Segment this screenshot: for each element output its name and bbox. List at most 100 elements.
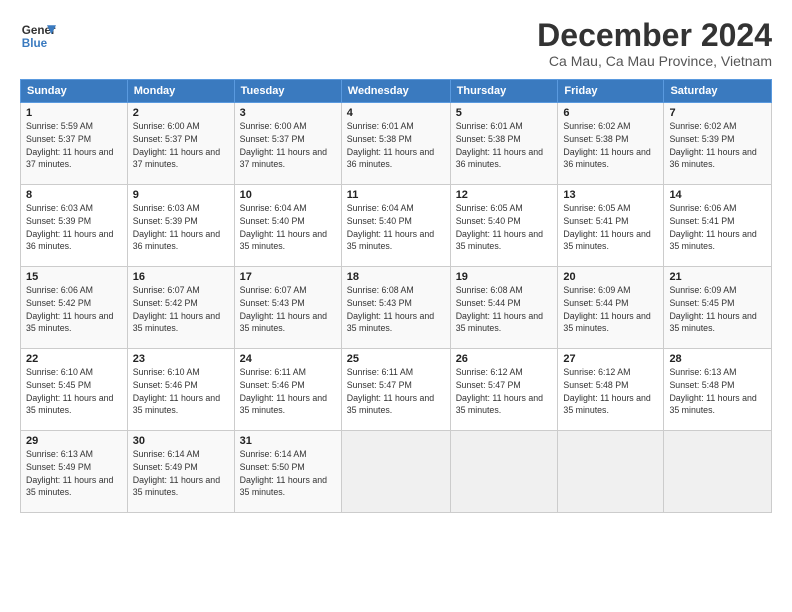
day-number: 9 xyxy=(133,189,229,201)
calendar-cell: 28 Sunrise: 6:13 AMSunset: 5:48 PMDaylig… xyxy=(664,349,772,431)
day-number: 22 xyxy=(26,353,122,365)
day-info: Sunrise: 6:01 AMSunset: 5:38 PMDaylight:… xyxy=(456,121,543,169)
day-info: Sunrise: 6:13 AMSunset: 5:48 PMDaylight:… xyxy=(669,367,756,415)
day-info: Sunrise: 6:11 AMSunset: 5:47 PMDaylight:… xyxy=(347,367,434,415)
calendar-day-header: Saturday xyxy=(664,80,772,103)
subtitle: Ca Mau, Ca Mau Province, Vietnam xyxy=(537,53,772,69)
day-info: Sunrise: 6:04 AMSunset: 5:40 PMDaylight:… xyxy=(240,203,327,251)
calendar-cell: 21 Sunrise: 6:09 AMSunset: 5:45 PMDaylig… xyxy=(664,267,772,349)
day-number: 1 xyxy=(26,107,122,119)
day-info: Sunrise: 6:09 AMSunset: 5:44 PMDaylight:… xyxy=(563,285,650,333)
day-number: 11 xyxy=(347,189,445,201)
day-info: Sunrise: 6:14 AMSunset: 5:50 PMDaylight:… xyxy=(240,449,327,497)
day-info: Sunrise: 6:14 AMSunset: 5:49 PMDaylight:… xyxy=(133,449,220,497)
calendar-cell: 14 Sunrise: 6:06 AMSunset: 5:41 PMDaylig… xyxy=(664,185,772,267)
logo-icon: General Blue xyxy=(20,18,56,54)
calendar-cell: 29 Sunrise: 6:13 AMSunset: 5:49 PMDaylig… xyxy=(21,431,128,513)
calendar-cell: 16 Sunrise: 6:07 AMSunset: 5:42 PMDaylig… xyxy=(127,267,234,349)
day-number: 21 xyxy=(669,271,766,283)
calendar-week-row: 22 Sunrise: 6:10 AMSunset: 5:45 PMDaylig… xyxy=(21,349,772,431)
calendar-cell xyxy=(450,431,558,513)
main-title: December 2024 xyxy=(537,18,772,53)
day-info: Sunrise: 6:02 AMSunset: 5:39 PMDaylight:… xyxy=(669,121,756,169)
day-number: 2 xyxy=(133,107,229,119)
calendar-week-row: 29 Sunrise: 6:13 AMSunset: 5:49 PMDaylig… xyxy=(21,431,772,513)
day-info: Sunrise: 6:13 AMSunset: 5:49 PMDaylight:… xyxy=(26,449,113,497)
calendar-cell: 6 Sunrise: 6:02 AMSunset: 5:38 PMDayligh… xyxy=(558,103,664,185)
calendar-cell: 4 Sunrise: 6:01 AMSunset: 5:38 PMDayligh… xyxy=(341,103,450,185)
header: General Blue December 2024 Ca Mau, Ca Ma… xyxy=(20,18,772,69)
calendar-cell: 8 Sunrise: 6:03 AMSunset: 5:39 PMDayligh… xyxy=(21,185,128,267)
day-number: 8 xyxy=(26,189,122,201)
calendar-table: SundayMondayTuesdayWednesdayThursdayFrid… xyxy=(20,79,772,513)
calendar-cell: 25 Sunrise: 6:11 AMSunset: 5:47 PMDaylig… xyxy=(341,349,450,431)
calendar-day-header: Friday xyxy=(558,80,664,103)
calendar-cell xyxy=(341,431,450,513)
calendar-cell: 12 Sunrise: 6:05 AMSunset: 5:40 PMDaylig… xyxy=(450,185,558,267)
day-info: Sunrise: 6:03 AMSunset: 5:39 PMDaylight:… xyxy=(133,203,220,251)
day-number: 27 xyxy=(563,353,658,365)
day-info: Sunrise: 6:08 AMSunset: 5:44 PMDaylight:… xyxy=(456,285,543,333)
day-number: 25 xyxy=(347,353,445,365)
day-number: 17 xyxy=(240,271,336,283)
calendar-cell: 7 Sunrise: 6:02 AMSunset: 5:39 PMDayligh… xyxy=(664,103,772,185)
day-info: Sunrise: 6:07 AMSunset: 5:42 PMDaylight:… xyxy=(133,285,220,333)
calendar-cell xyxy=(664,431,772,513)
calendar-day-header: Monday xyxy=(127,80,234,103)
calendar-cell: 3 Sunrise: 6:00 AMSunset: 5:37 PMDayligh… xyxy=(234,103,341,185)
day-info: Sunrise: 6:05 AMSunset: 5:41 PMDaylight:… xyxy=(563,203,650,251)
calendar-cell: 22 Sunrise: 6:10 AMSunset: 5:45 PMDaylig… xyxy=(21,349,128,431)
day-info: Sunrise: 6:00 AMSunset: 5:37 PMDaylight:… xyxy=(240,121,327,169)
calendar-week-row: 1 Sunrise: 5:59 AMSunset: 5:37 PMDayligh… xyxy=(21,103,772,185)
day-number: 26 xyxy=(456,353,553,365)
day-info: Sunrise: 6:08 AMSunset: 5:43 PMDaylight:… xyxy=(347,285,434,333)
calendar-day-header: Thursday xyxy=(450,80,558,103)
day-info: Sunrise: 6:10 AMSunset: 5:45 PMDaylight:… xyxy=(26,367,113,415)
calendar-cell: 10 Sunrise: 6:04 AMSunset: 5:40 PMDaylig… xyxy=(234,185,341,267)
day-number: 7 xyxy=(669,107,766,119)
calendar-cell: 27 Sunrise: 6:12 AMSunset: 5:48 PMDaylig… xyxy=(558,349,664,431)
calendar-day-header: Tuesday xyxy=(234,80,341,103)
day-number: 15 xyxy=(26,271,122,283)
logo: General Blue xyxy=(20,18,60,54)
day-number: 20 xyxy=(563,271,658,283)
day-number: 28 xyxy=(669,353,766,365)
calendar-cell: 31 Sunrise: 6:14 AMSunset: 5:50 PMDaylig… xyxy=(234,431,341,513)
calendar-week-row: 8 Sunrise: 6:03 AMSunset: 5:39 PMDayligh… xyxy=(21,185,772,267)
calendar-cell xyxy=(558,431,664,513)
day-info: Sunrise: 6:07 AMSunset: 5:43 PMDaylight:… xyxy=(240,285,327,333)
day-info: Sunrise: 6:09 AMSunset: 5:45 PMDaylight:… xyxy=(669,285,756,333)
day-number: 19 xyxy=(456,271,553,283)
calendar-day-header: Wednesday xyxy=(341,80,450,103)
day-number: 31 xyxy=(240,435,336,447)
calendar-cell: 11 Sunrise: 6:04 AMSunset: 5:40 PMDaylig… xyxy=(341,185,450,267)
day-info: Sunrise: 6:04 AMSunset: 5:40 PMDaylight:… xyxy=(347,203,434,251)
day-info: Sunrise: 6:12 AMSunset: 5:47 PMDaylight:… xyxy=(456,367,543,415)
day-number: 10 xyxy=(240,189,336,201)
title-block: December 2024 Ca Mau, Ca Mau Province, V… xyxy=(537,18,772,69)
page: General Blue December 2024 Ca Mau, Ca Ma… xyxy=(0,0,792,612)
calendar-cell: 26 Sunrise: 6:12 AMSunset: 5:47 PMDaylig… xyxy=(450,349,558,431)
day-number: 18 xyxy=(347,271,445,283)
calendar-cell: 1 Sunrise: 5:59 AMSunset: 5:37 PMDayligh… xyxy=(21,103,128,185)
calendar-cell: 9 Sunrise: 6:03 AMSunset: 5:39 PMDayligh… xyxy=(127,185,234,267)
day-info: Sunrise: 6:12 AMSunset: 5:48 PMDaylight:… xyxy=(563,367,650,415)
day-info: Sunrise: 6:10 AMSunset: 5:46 PMDaylight:… xyxy=(133,367,220,415)
day-number: 30 xyxy=(133,435,229,447)
day-number: 14 xyxy=(669,189,766,201)
day-number: 29 xyxy=(26,435,122,447)
calendar-cell: 2 Sunrise: 6:00 AMSunset: 5:37 PMDayligh… xyxy=(127,103,234,185)
day-info: Sunrise: 6:06 AMSunset: 5:42 PMDaylight:… xyxy=(26,285,113,333)
day-info: Sunrise: 5:59 AMSunset: 5:37 PMDaylight:… xyxy=(26,121,113,169)
calendar-cell: 15 Sunrise: 6:06 AMSunset: 5:42 PMDaylig… xyxy=(21,267,128,349)
day-number: 23 xyxy=(133,353,229,365)
calendar-cell: 13 Sunrise: 6:05 AMSunset: 5:41 PMDaylig… xyxy=(558,185,664,267)
day-number: 12 xyxy=(456,189,553,201)
day-info: Sunrise: 6:02 AMSunset: 5:38 PMDaylight:… xyxy=(563,121,650,169)
day-info: Sunrise: 6:00 AMSunset: 5:37 PMDaylight:… xyxy=(133,121,220,169)
day-number: 24 xyxy=(240,353,336,365)
calendar-cell: 20 Sunrise: 6:09 AMSunset: 5:44 PMDaylig… xyxy=(558,267,664,349)
day-info: Sunrise: 6:05 AMSunset: 5:40 PMDaylight:… xyxy=(456,203,543,251)
day-number: 6 xyxy=(563,107,658,119)
calendar-header-row: SundayMondayTuesdayWednesdayThursdayFrid… xyxy=(21,80,772,103)
